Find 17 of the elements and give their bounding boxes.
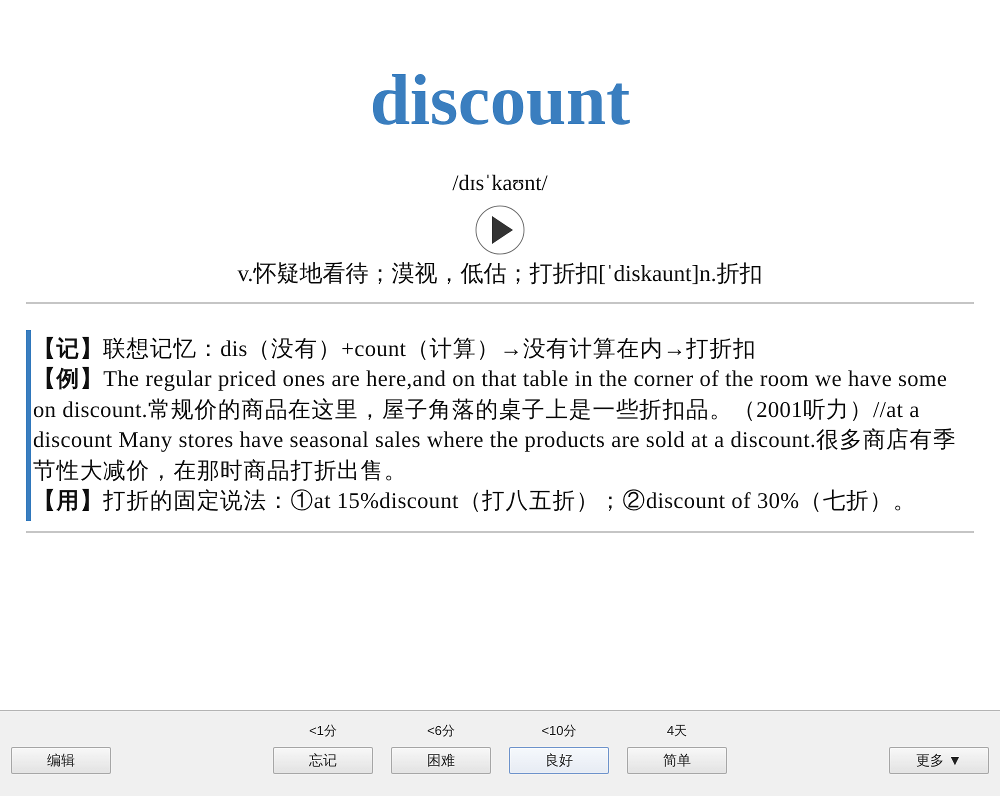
answer-button[interactable]: 困难 xyxy=(391,747,491,774)
edit-button[interactable]: 编辑 xyxy=(11,747,111,774)
answer-button[interactable]: 简单 xyxy=(627,747,727,774)
answer-button[interactable]: 良好 xyxy=(509,747,609,774)
answer-button[interactable]: 忘记 xyxy=(273,747,373,774)
interval-label: 4天 xyxy=(666,722,688,738)
note-paragraph: 【记】联想记忆：dis（没有）+count（计算）→没有计算在内→打折扣 xyxy=(33,334,758,362)
note-paragraph: 【例】The regular priced ones are here,and on that table in the corner of the room we have some on discount.常规价的商品在这里，屋子角落的桌子上是一些折扣品。（2001听力）//at a discount Many stores have seasonal sales where the products are sold at a discount.很多商店有季节性大减价，在那时商品打折出售。 xyxy=(33,365,958,485)
play-button[interactable] xyxy=(475,205,525,255)
interval-label: <10分 xyxy=(541,722,577,738)
headword: discount xyxy=(368,64,632,136)
note-paragraph: 【用】打折的固定说法：①at 15%discount（打八五折）；②discount of 30%（七折）。 xyxy=(33,487,918,516)
definition-text: v.怀疑地看待；漠视，低估；打折扣[ˈdiskaunt]n.折扣 xyxy=(238,261,762,286)
phonetic-text: /dɪsˈkaʊnt/ xyxy=(452,170,548,195)
interval-label: <1分 xyxy=(309,722,337,738)
interval-label: <6分 xyxy=(427,722,455,738)
more-button[interactable]: 更多 ▼ xyxy=(889,747,989,774)
